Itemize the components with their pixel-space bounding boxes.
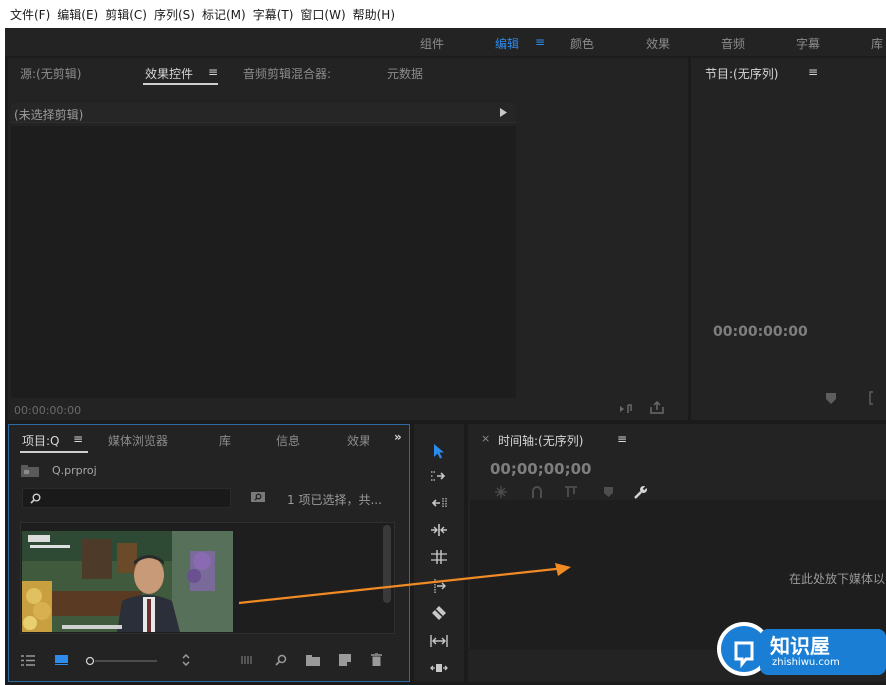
play-triangle-icon[interactable] <box>498 107 508 117</box>
search-icon <box>29 492 41 504</box>
slide-tool-icon[interactable] <box>426 631 452 651</box>
bin-folder-icon <box>20 464 40 478</box>
workspace-tab-libraries[interactable]: 库 <box>871 35 883 52</box>
icon-view-icon[interactable] <box>54 654 68 666</box>
menu-file[interactable]: 文件(F) <box>10 6 50 23</box>
ripple-edit-tool-icon[interactable] <box>426 493 452 513</box>
clip-header <box>11 103 516 123</box>
watermark-logo: 知识屋 zhishiwu.com <box>708 613 886 685</box>
rolling-edit-tool-icon[interactable] <box>426 520 452 540</box>
clip-thumbnail[interactable] <box>22 531 233 632</box>
tab-info[interactable]: 信息 <box>276 432 300 449</box>
timeline-timecode: 00;00;00;00 <box>490 460 592 478</box>
nest-icon[interactable] <box>494 485 508 499</box>
project-file-name: Q.prproj <box>52 464 97 477</box>
watermark-name: 知识屋 <box>770 634 830 658</box>
workspace-tab-audio[interactable]: 音频 <box>721 35 745 52</box>
marker-icon[interactable] <box>825 392 837 404</box>
menu-sequence[interactable]: 序列(S) <box>154 6 195 23</box>
sort-icon[interactable] <box>180 653 192 667</box>
workspace-menu-icon[interactable]: ≡ <box>535 35 545 49</box>
menu-clip[interactable]: 剪辑(C) <box>105 6 147 23</box>
menu-help[interactable]: 帮助(H) <box>353 6 395 23</box>
linked-selection-icon[interactable] <box>563 485 579 499</box>
effect-controls-area <box>11 126 516 398</box>
no-clip-selected-label: (未选择剪辑) <box>14 108 84 122</box>
source-timecode: 00:00:00:00 <box>14 404 82 417</box>
program-timecode: 00:00:00:00 <box>713 324 808 340</box>
menu-bar: 文件(F) 编辑(E) 剪辑(C) 序列(S) 标记(M) 字幕(T) 窗口(W… <box>0 0 886 28</box>
timeline-title[interactable]: 时间轴:(无序列) <box>498 432 583 449</box>
zoom-slider[interactable] <box>85 655 160 666</box>
active-tab-underline <box>143 83 218 85</box>
selection-tool-icon[interactable] <box>426 441 452 461</box>
tab-metadata[interactable]: 元数据 <box>387 65 423 82</box>
add-marker-icon[interactable] <box>602 486 614 498</box>
watermark-url: zhishiwu.com <box>772 657 840 668</box>
drop-media-hint: 在此处放下媒体以 <box>789 572 886 586</box>
workspace-tab-effects[interactable]: 效果 <box>646 35 670 52</box>
panel-overflow-icon[interactable]: » <box>394 430 402 444</box>
timeline-close-icon[interactable]: × <box>481 432 490 445</box>
menu-title[interactable]: 字幕(T) <box>253 6 294 23</box>
in-point-icon[interactable] <box>866 390 876 406</box>
menu-markers[interactable]: 标记(M) <box>202 6 246 23</box>
find-icon[interactable] <box>250 490 266 504</box>
wrench-icon[interactable] <box>633 484 649 500</box>
program-title[interactable]: 节目:(无序列) <box>705 65 778 82</box>
tab-effects[interactable]: 效果 <box>347 432 369 449</box>
tab-source[interactable]: 源:(无剪辑) <box>20 65 81 82</box>
timeline-menu-icon[interactable]: ≡ <box>617 432 627 446</box>
new-item-icon[interactable] <box>338 653 352 667</box>
list-view-icon[interactable] <box>20 653 36 667</box>
track-select-tool-icon[interactable] <box>426 466 452 486</box>
export-frame-icon[interactable] <box>648 400 666 416</box>
workspace-bar: 组件 编辑 ≡ 颜色 效果 音频 字幕 库 <box>5 28 886 56</box>
workspace-tab-color[interactable]: 颜色 <box>570 35 594 52</box>
workspace-tab-assembly[interactable]: 组件 <box>420 35 444 52</box>
new-bin-icon[interactable] <box>305 654 321 666</box>
project-menu-icon[interactable]: ≡ <box>73 432 83 446</box>
workspace-tab-editing[interactable]: 编辑 <box>495 35 519 52</box>
workspace-tab-captions[interactable]: 字幕 <box>796 35 820 52</box>
effect-controls-menu-icon[interactable]: ≡ <box>208 65 218 79</box>
tab-libraries[interactable]: 库 <box>219 432 231 449</box>
track-tool-icon[interactable] <box>426 658 452 678</box>
trash-icon[interactable] <box>369 652 383 667</box>
project-tab-underline <box>20 451 88 453</box>
tab-project[interactable]: 项目:Q <box>22 432 60 449</box>
tab-audio-clip-mixer[interactable]: 音频剪辑混合器: <box>243 65 331 82</box>
insert-icon[interactable] <box>618 401 636 417</box>
tab-media-browser[interactable]: 媒体浏览器 <box>108 432 168 449</box>
snap-icon[interactable] <box>530 485 544 499</box>
find-bottom-icon[interactable] <box>274 653 288 667</box>
drag-arrow-annotation <box>238 563 571 605</box>
menu-window[interactable]: 窗口(W) <box>300 6 345 23</box>
program-menu-icon[interactable]: ≡ <box>808 65 818 79</box>
menu-edit[interactable]: 编辑(E) <box>57 6 98 23</box>
tab-effect-controls[interactable]: 效果控件 <box>145 65 193 82</box>
automate-to-sequence-icon[interactable] <box>241 654 257 666</box>
project-search-input[interactable] <box>22 488 231 508</box>
program-panel <box>691 58 886 420</box>
selection-info: 1 项已选择，共... <box>287 493 382 507</box>
